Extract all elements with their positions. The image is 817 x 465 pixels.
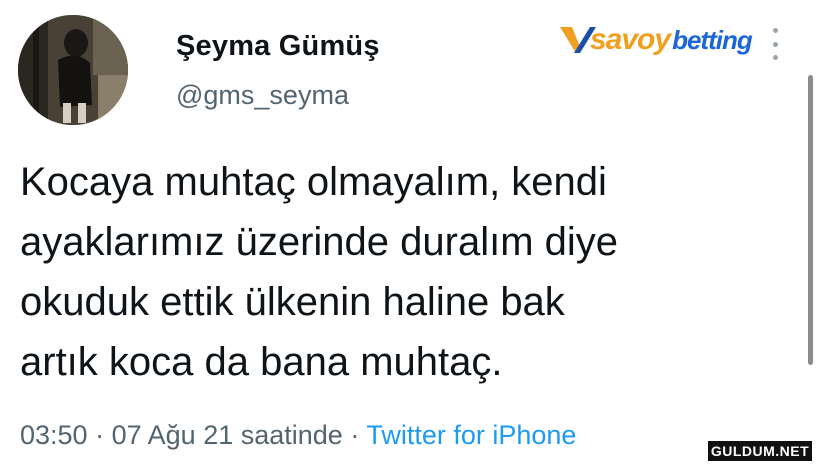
more-dot: [772, 41, 778, 47]
brand-watermark: savoy betting: [560, 22, 753, 58]
site-watermark: GULDUM.NET: [708, 441, 812, 461]
meta-separator: ·: [95, 420, 105, 450]
author-name[interactable]: Şeyma Gümüş: [176, 30, 380, 63]
more-options-icon[interactable]: [770, 28, 780, 60]
scrollbar[interactable]: [808, 75, 813, 365]
watermark-brand-savoy: savoy: [590, 23, 671, 56]
tweet-line: Kocaya muhtaç olmayalım, kendi: [20, 160, 607, 204]
tweet-source-link[interactable]: Twitter for iPhone: [366, 420, 576, 450]
meta-separator: ·: [350, 420, 360, 450]
tweet-time[interactable]: 03:50: [20, 420, 88, 450]
tweet-line: artık koca da bana muhtaç.: [20, 340, 503, 384]
tweet-text: Kocaya muhtaç olmayalım, kendi ayaklarım…: [20, 152, 790, 392]
tweet-line: okuduk ettik ülkenin haline bak: [20, 280, 565, 324]
avatar[interactable]: [18, 15, 128, 125]
more-dot: [772, 55, 778, 60]
author-handle[interactable]: @gms_seyma: [176, 80, 349, 111]
tweet-line: ayaklarımız üzerinde duralım diye: [20, 220, 619, 264]
avatar-photo: [18, 15, 128, 125]
watermark-brand-betting: betting: [672, 24, 753, 55]
tweet-meta: 03:50 · 07 Ağu 21 saatinde · Twitter for…: [20, 420, 576, 451]
more-dot: [772, 28, 778, 33]
tweet-date[interactable]: 07 Ağu 21 saatinde: [112, 420, 343, 450]
